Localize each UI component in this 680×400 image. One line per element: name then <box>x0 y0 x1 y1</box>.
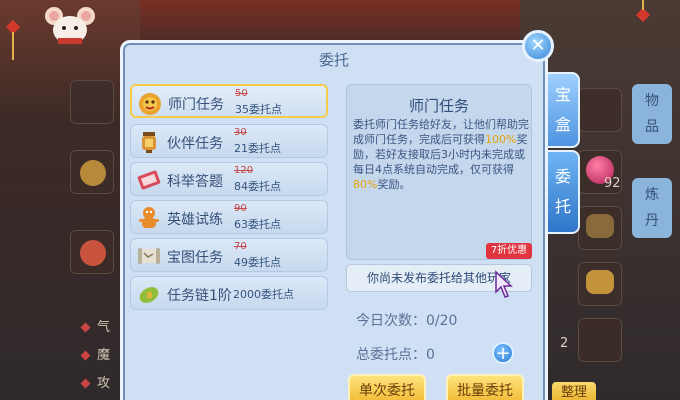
inventory-cell <box>70 80 114 124</box>
task-old-points: 30 <box>234 127 247 138</box>
mouse-mascot-icon <box>45 7 95 44</box>
task-old-points: 90 <box>234 203 247 214</box>
left-stat-label: 气 <box>80 316 110 335</box>
task-item-treasure-map[interactable]: 宝图任务 70 49委托点 <box>130 238 328 272</box>
map-scroll-icon <box>138 248 160 264</box>
red-knot-icon <box>636 0 650 23</box>
task-new-points: 84委托点 <box>234 180 281 193</box>
total-points: 总委托点：0 <box>356 347 435 363</box>
task-new-points: 63委托点 <box>234 218 281 231</box>
item-icon <box>80 240 106 266</box>
item-icon <box>586 270 614 294</box>
item-count: 92 <box>604 176 621 191</box>
gingerbread-figure-icon <box>139 207 159 228</box>
lantern-icon <box>142 132 156 153</box>
leaf-bundle-icon <box>139 287 159 303</box>
detail-title: 师门任务 <box>408 97 469 115</box>
close-button[interactable]: ✕ <box>522 30 554 62</box>
batch-entrust-button[interactable]: 批量委托 <box>446 374 524 400</box>
task-old-points: 70 <box>234 241 247 252</box>
task-item-partner[interactable]: 伙伴任务 30 21委托点 <box>130 124 328 158</box>
lion-mask-icon <box>139 93 161 115</box>
task-name: 科举答题 <box>167 174 223 190</box>
inventory-cell <box>578 88 622 132</box>
task-name: 英雄试练 <box>167 212 223 228</box>
daily-count: 今日次数：0/20 <box>356 313 458 329</box>
cursor-icon <box>495 270 513 298</box>
red-knot-icon <box>6 20 20 60</box>
task-old-points: 120 <box>234 165 254 176</box>
single-entrust-button[interactable]: 单次委托 <box>348 374 426 400</box>
sort-button[interactable]: 整理 <box>552 382 596 400</box>
task-new-points: 49委托点 <box>234 256 281 269</box>
task-new-points: 21委托点 <box>234 142 281 155</box>
task-old-points: 50 <box>235 88 248 99</box>
task-item-hero-trial[interactable]: 英雄试练 90 63委托点 <box>130 200 328 234</box>
daily-count-value: 0/20 <box>426 313 458 329</box>
task-item-shimen[interactable]: 师门任务 50 35委托点 <box>130 84 328 118</box>
left-stat-label: 攻 <box>80 372 110 391</box>
item-icon <box>80 160 106 186</box>
task-name: 宝图任务 <box>167 250 223 266</box>
dialog-title: 委托 <box>318 51 349 69</box>
task-points: 2000委托点 <box>233 288 294 301</box>
task-item-exam[interactable]: 科举答题 120 84委托点 <box>130 162 328 196</box>
task-name: 任务链1阶 <box>167 288 232 304</box>
tab-alchemy[interactable]: 炼丹 <box>632 178 672 238</box>
task-item-task-chain[interactable]: 任务链1阶 2000委托点 <box>130 276 328 310</box>
item-count: 2 <box>560 336 569 351</box>
tab-entrust[interactable]: 委托 <box>546 150 580 234</box>
task-name: 师门任务 <box>168 97 224 113</box>
task-new-points: 35委托点 <box>235 103 282 116</box>
task-name: 伙伴任务 <box>167 136 223 152</box>
tab-treasure-box[interactable]: 宝盒 <box>546 72 580 148</box>
add-points-button[interactable]: + <box>492 342 514 364</box>
discount-badge: 7折优惠 <box>486 243 532 259</box>
item-icon <box>586 214 614 238</box>
tab-items[interactable]: 物品 <box>632 84 672 144</box>
task-detail-panel: 师门任务 委托师门任务给好友，让他们帮助完成师门任务，完成后可获得100%奖励，… <box>346 84 532 260</box>
inventory-cell <box>578 318 622 362</box>
total-points-value: 0 <box>426 347 435 363</box>
left-panel-background <box>0 0 140 400</box>
left-stat-label: 魔 <box>80 344 110 363</box>
scroll-book-icon <box>137 170 161 190</box>
detail-description: 委托师门任务给好友，让他们帮助完成师门任务，完成后可获得100%奖励，若好友接取… <box>353 118 529 191</box>
